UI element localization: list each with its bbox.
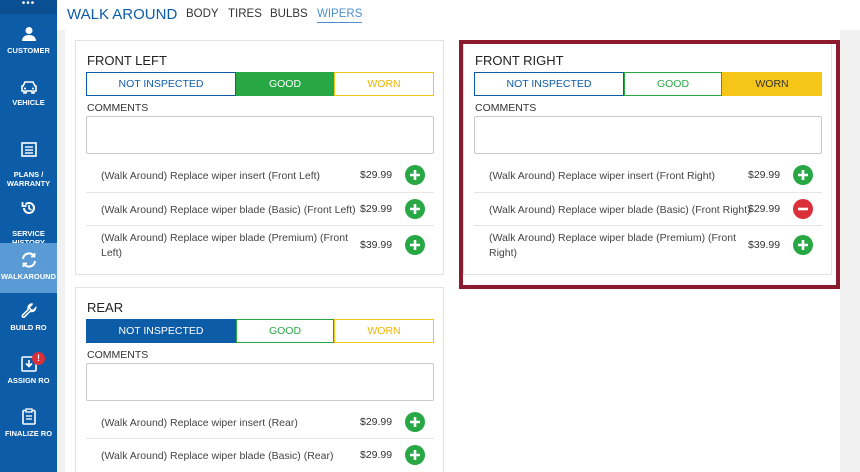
sidebar-item-label: BUILD RO <box>10 323 47 332</box>
sync-icon <box>21 252 36 268</box>
comments-label: COMMENTS <box>87 102 149 114</box>
tab-wipers[interactable]: WIPERS <box>317 8 363 23</box>
sidebar-item-label: PLANS / WARRANTY <box>6 170 51 188</box>
sidebar-item-customer[interactable]: CUSTOMER <box>0 26 57 64</box>
service-row: (Walk Around) Replace wiper insert (Rear… <box>86 406 434 439</box>
sidebar-item-label: CUSTOMER <box>7 46 50 55</box>
sidebar-item-walkaround[interactable]: WALKAROUND <box>0 243 57 293</box>
tab-bulbs[interactable]: BULBS <box>270 8 308 20</box>
panel-rear: REAR NOT INSPECTED GOOD WORN COMMENTS (W… <box>75 287 444 472</box>
plus-icon <box>410 450 420 460</box>
sidebar: ••• CUSTOMER VEHICLE PLANS / WARRANTY SE… <box>0 0 57 472</box>
service-description: (Walk Around) Replace wiper insert (Fron… <box>101 170 321 182</box>
page-title: WALK AROUND <box>67 6 178 23</box>
list-icon <box>20 142 37 157</box>
sidebar-item-label: WALKAROUND <box>1 272 56 281</box>
status-worn-button[interactable]: WORN <box>334 72 434 96</box>
sidebar-item-label: VEHICLE <box>12 98 45 107</box>
sidebar-item-assign-ro[interactable]: ! ASSIGN RO <box>0 352 57 390</box>
sidebar-item-vehicle[interactable]: VEHICLE <box>0 80 57 114</box>
service-description: (Walk Around) Replace wiper blade (Basic… <box>101 204 356 216</box>
selection-highlight <box>459 40 840 289</box>
panel-front-left: FRONT LEFT NOT INSPECTED GOOD WORN COMME… <box>75 40 444 275</box>
status-good-button[interactable]: GOOD <box>236 319 334 343</box>
add-service-button[interactable] <box>405 165 425 185</box>
plus-icon <box>410 417 420 427</box>
comments-field[interactable] <box>86 363 434 401</box>
service-row: (Walk Around) Replace wiper blade (Basic… <box>86 439 434 472</box>
service-price: $39.99 <box>360 239 393 251</box>
status-not-inspected-button[interactable]: NOT INSPECTED <box>86 319 236 343</box>
clipboard-icon <box>21 408 36 425</box>
sidebar-item-label: FINALIZE RO <box>4 429 53 438</box>
status-selector: NOT INSPECTED GOOD WORN <box>86 319 434 343</box>
sidebar-item-label: ASSIGN RO <box>7 376 50 385</box>
status-good-button[interactable]: GOOD <box>236 72 334 96</box>
add-service-button[interactable] <box>405 235 425 255</box>
sidebar-item-plans-warranty[interactable]: PLANS / WARRANTY <box>0 133 57 188</box>
notification-badge: ! <box>32 352 45 365</box>
add-service-button[interactable] <box>405 199 425 219</box>
panel-title: FRONT LEFT <box>87 53 167 68</box>
status-not-inspected-button[interactable]: NOT INSPECTED <box>86 72 236 96</box>
service-price: $29.99 <box>360 416 393 428</box>
comments-label: COMMENTS <box>87 349 149 361</box>
service-row: (Walk Around) Replace wiper insert (Fron… <box>86 159 434 193</box>
sidebar-item-service-history[interactable]: SERVICE HISTORY <box>0 191 57 247</box>
more-icon[interactable]: ••• <box>0 0 57 14</box>
status-selector: NOT INSPECTED GOOD WORN <box>86 72 434 96</box>
panel-title: REAR <box>87 300 124 315</box>
service-description: (Walk Around) Replace wiper insert (Rear… <box>101 417 298 429</box>
comments-field[interactable] <box>86 116 434 154</box>
add-service-button[interactable] <box>405 445 425 465</box>
car-icon <box>20 81 37 94</box>
wrench-icon <box>21 303 37 318</box>
plus-icon <box>410 170 420 180</box>
service-row: (Walk Around) Replace wiper blade (Premi… <box>86 226 434 268</box>
service-price: $29.99 <box>360 169 393 181</box>
add-service-button[interactable] <box>405 412 425 432</box>
status-worn-button[interactable]: WORN <box>334 319 434 343</box>
plus-icon <box>410 204 420 214</box>
service-price: $29.99 <box>360 449 393 461</box>
service-description: (Walk Around) Replace wiper blade (Basic… <box>101 450 334 462</box>
service-price: $29.99 <box>360 203 393 215</box>
person-icon <box>21 27 36 41</box>
sidebar-item-finalize-ro[interactable]: FINALIZE RO <box>0 408 57 442</box>
tab-tires[interactable]: TIRES <box>228 8 262 20</box>
tab-body[interactable]: BODY <box>186 8 219 20</box>
service-description: (Walk Around) Replace wiper blade (Premi… <box>101 232 349 259</box>
sidebar-item-build-ro[interactable]: BUILD RO <box>0 303 57 337</box>
plus-icon <box>410 240 420 250</box>
top-header: WALK AROUND BODY TIRES BULBS WIPERS <box>57 0 860 30</box>
service-row: (Walk Around) Replace wiper blade (Basic… <box>86 193 434 226</box>
history-icon <box>21 201 35 214</box>
